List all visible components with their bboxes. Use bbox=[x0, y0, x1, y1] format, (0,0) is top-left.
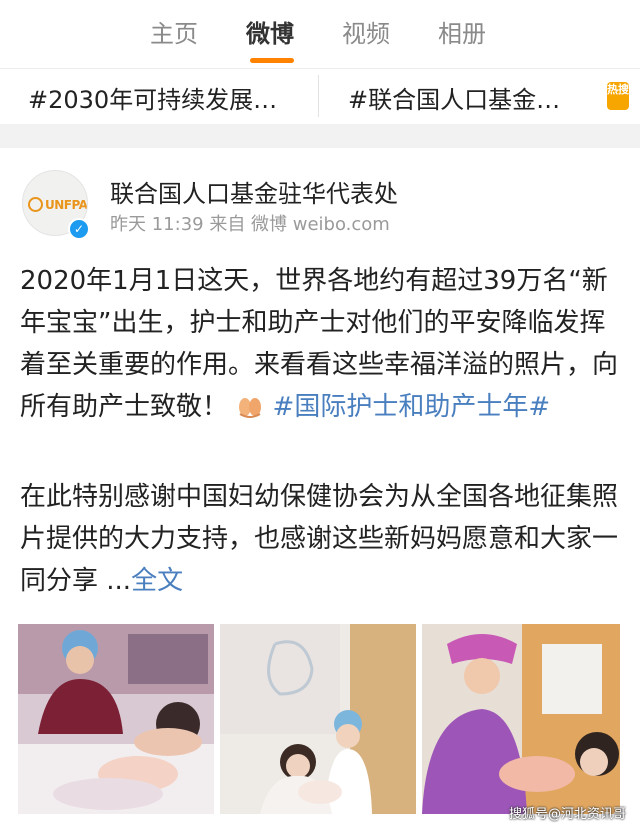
read-more-link[interactable]: 全文 bbox=[131, 566, 183, 596]
profile-tab-bar: 主页 微博 视频 相册 bbox=[0, 0, 640, 68]
active-tab-indicator bbox=[250, 58, 294, 63]
un-globe-icon bbox=[28, 197, 43, 212]
tab-video[interactable]: 视频 bbox=[342, 14, 390, 49]
avatar-logo-text: UNFPA bbox=[45, 198, 88, 212]
weibo-post: UNFPA ✓ 联合国人口基金驻华代表处 昨天 11:39 来自 微博 weib… bbox=[0, 148, 640, 829]
verified-icon: ✓ bbox=[68, 218, 90, 240]
topic-strip: #2030年可持续发展… #联合国人口基金… 热搜 bbox=[0, 68, 640, 124]
topic-link-unfpa[interactable]: #联合国人口基金… bbox=[348, 80, 560, 115]
photo-grid bbox=[18, 624, 620, 814]
source-watermark: 搜狐号@河北资讯哥 bbox=[508, 807, 626, 822]
topic-link-sdg[interactable]: #2030年可持续发展… bbox=[28, 80, 277, 115]
hot-badge-icon[interactable]: 热搜 bbox=[607, 82, 629, 110]
tab-weibo[interactable]: 微博 bbox=[246, 14, 294, 49]
topic-divider bbox=[318, 75, 319, 117]
photo-3[interactable] bbox=[422, 624, 620, 814]
post-hashtag-link[interactable]: #国际护士和助产士年# bbox=[273, 392, 551, 422]
post-meta: 昨天 11:39 来自 微博 weibo.com bbox=[110, 214, 390, 235]
section-gap bbox=[0, 124, 640, 148]
praying-hands-emoji-icon bbox=[239, 398, 262, 418]
post-text-2: 在此特别感谢中国妇幼保健协会为从全国各地征集照片提供的大力支持，也感谢这些新妈妈… bbox=[20, 476, 624, 602]
post-username[interactable]: 联合国人口基金驻华代表处 bbox=[110, 174, 398, 209]
tab-home[interactable]: 主页 bbox=[150, 14, 198, 49]
post-text: 2020年1月1日这天，世界各地约有超过39万名“新年宝宝”出生，护士和助产士对… bbox=[20, 260, 624, 428]
photo-2[interactable] bbox=[220, 624, 416, 814]
tab-album[interactable]: 相册 bbox=[438, 14, 486, 49]
post-paragraph-2: 在此特别感谢中国妇幼保健协会为从全国各地征集照片提供的大力支持，也感谢这些新妈妈… bbox=[20, 482, 619, 596]
photo-1[interactable] bbox=[18, 624, 214, 814]
